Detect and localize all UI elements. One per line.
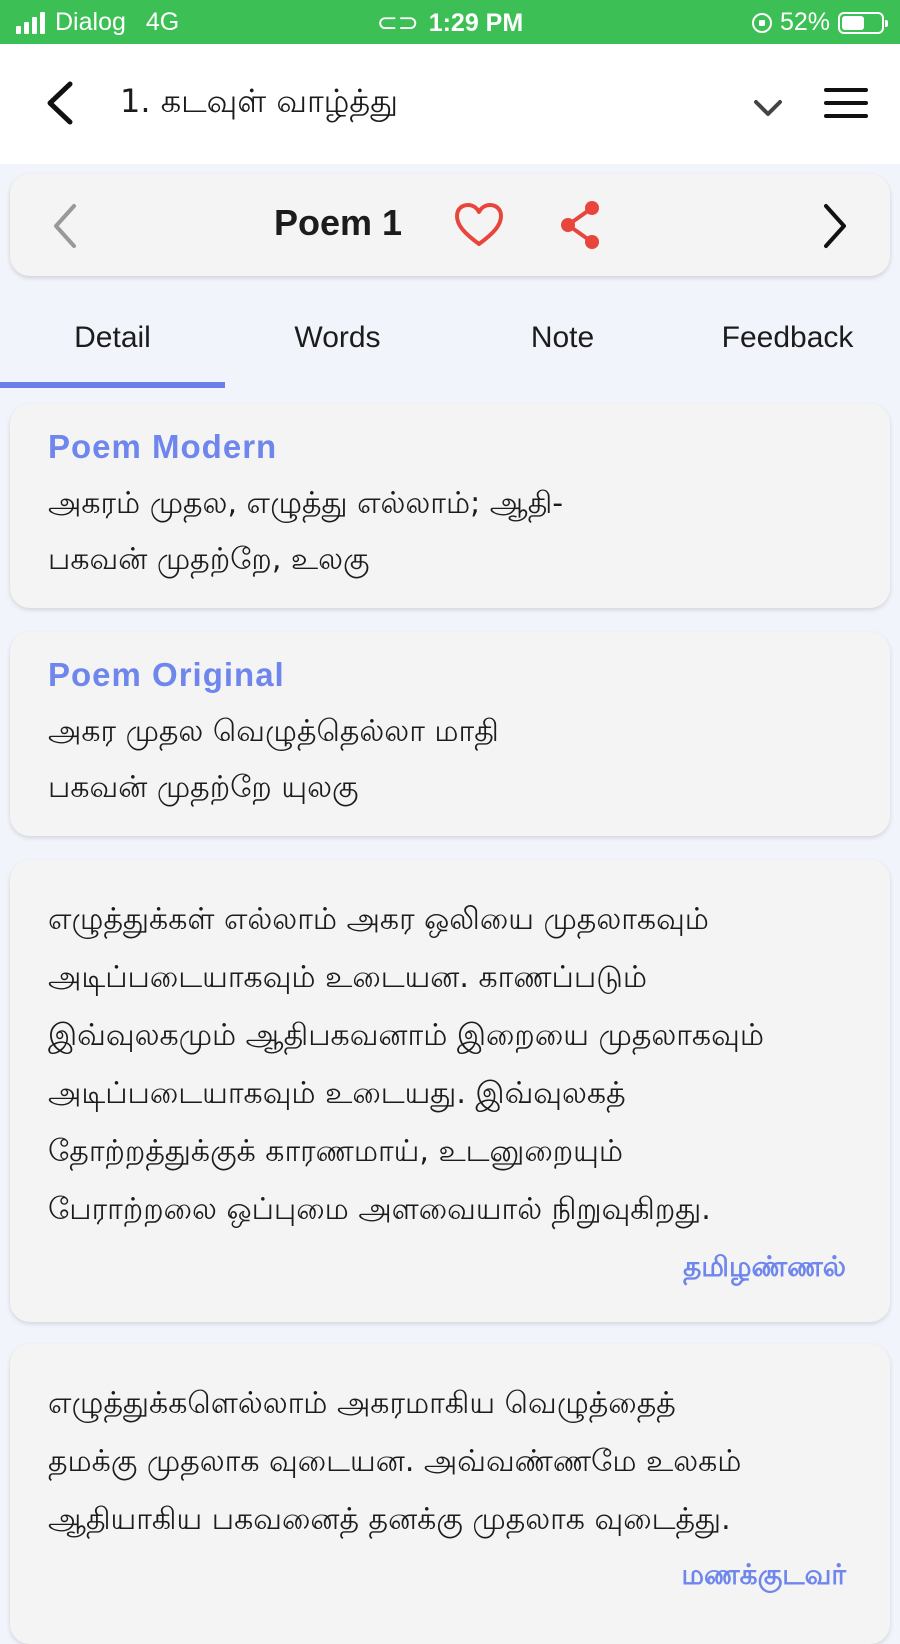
status-bar: Dialog 4G ⊂⊃ 1:29 PM 52% [0,0,900,44]
battery-percent: 52% [779,8,830,36]
chevron-down-icon[interactable] [748,88,788,128]
poem-modern-line: அகரம் முதல, எழுத்து எல்லாம்; ஆதி- [48,486,564,521]
explanation-line: தோற்றத்துக்குக் காரணமாய், உடனுறையும் [48,1134,624,1169]
heart-icon[interactable] [454,202,504,248]
explanation-line: பேராற்றலை ஒப்புமை அளவையால் நிறுவுகிறது. [48,1192,711,1227]
share-icon[interactable] [558,200,604,250]
explanation-line: அடிப்படையாகவும் உடையது. இவ்வுலகத் [48,1076,626,1111]
hamburger-menu-icon[interactable] [824,88,868,122]
author-name: தமிழண்ணல் [683,1250,846,1283]
poem-modern-line: பகவன் முதற்றே, உலகு [48,542,370,577]
poem-title: Poem 1 [274,202,403,243]
previous-poem-icon[interactable] [46,202,86,250]
tab-note[interactable]: Note [450,296,675,392]
link-icon: ⊂⊃ [376,9,419,37]
explanation-line: தமக்கு முதலாக வுடையன. அவ்வண்ணமே உலகம் [48,1444,742,1479]
explanation-card-1: எழுத்துக்கள் எல்லாம் அகர ஒலியை முதலாகவும… [10,860,890,1322]
tab-bar: Detail Words Note Feedback [0,296,900,392]
explanation-line: ஆதியாகிய பகவனைத் தனக்கு முதலாக வுடைத்து. [48,1502,731,1537]
status-right: 52% [751,8,888,37]
battery-icon [838,11,888,34]
rotation-lock-icon [751,12,772,33]
explanation-line: எழுத்துக்கள் எல்லாம் அகர ஒலியை முதலாகவும… [48,902,709,937]
chevron-left-icon[interactable] [38,78,88,128]
explanation-card-2: எழுத்துக்களெல்லாம் அகரமாகிய வெழுத்தைத் த… [10,1344,890,1644]
chapter-title: 1. கடவுள் வாழ்த்து [120,82,398,120]
app-bar: 1. கடவுள் வாழ்த்து [0,44,900,164]
explanation-line: எழுத்துக்களெல்லாம் அகரமாகிய வெழுத்தைத் [48,1386,676,1421]
tab-words[interactable]: Words [225,296,450,392]
explanation-line: அடிப்படையாகவும் உடையன. காணப்படும் [48,960,648,995]
poem-original-line: அகர முதல வெழுத்தெல்லா மாதி [48,714,499,749]
poem-modern-heading: Poem Modern [48,428,278,465]
poem-navigation-card: Poem 1 [10,174,890,276]
poem-original-heading: Poem Original [48,656,285,693]
tab-detail[interactable]: Detail [0,296,225,392]
poem-modern-card: Poem Modern அகரம் முதல, எழுத்து எல்லாம்;… [10,404,890,608]
tab-feedback[interactable]: Feedback [675,296,900,392]
poem-original-card: Poem Original அகர முதல வெழுத்தெல்லா மாதி… [10,632,890,836]
status-time: 1:29 PM [428,9,524,37]
explanation-line: இவ்வுலகமும் ஆதிபகவனாம் இறையை முதலாகவும் [48,1018,764,1053]
poem-original-line: பகவன் முதற்றே யுலகு [48,770,359,805]
next-poem-icon[interactable] [814,202,854,250]
author-name: மணக்குடவர் [681,1558,847,1591]
